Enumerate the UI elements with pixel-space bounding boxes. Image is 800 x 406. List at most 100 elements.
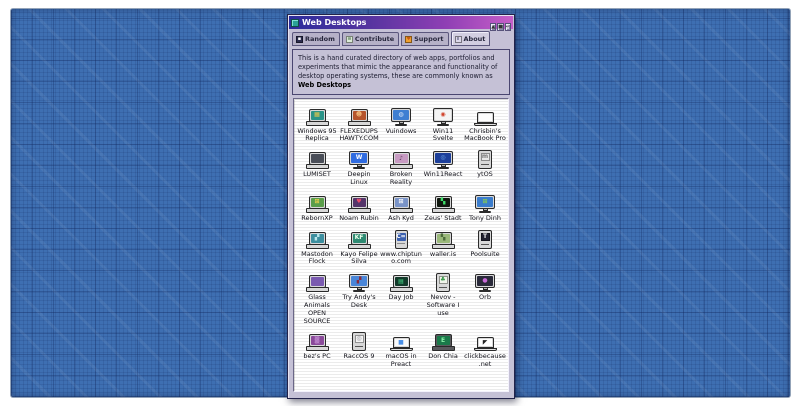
desktop-entry-label: Ash Kyd xyxy=(388,213,414,222)
desktop-entry-label: RaccOS 9 xyxy=(343,352,375,361)
desktop-entry-label: LUMISET xyxy=(303,170,331,179)
computer-icon: ⊞ xyxy=(389,192,413,213)
desktop-entry-flexedups-hawty-com[interactable]: ☻ FLEXEDUPS HAWTY.COM xyxy=(338,105,380,144)
computer-icon: ▞ xyxy=(349,271,369,293)
desktop-entry-macos-in-preact[interactable]: ■ macOS in Preact xyxy=(380,330,422,369)
desktop-entry-label: Deepin Linux xyxy=(347,170,371,186)
computer-icon: W xyxy=(349,148,369,170)
desktop-entry-zeus-stadt[interactable]: ▚ Zeus' Stadt xyxy=(422,192,464,223)
info-icon: i xyxy=(454,35,462,43)
computer-icon: ♪ xyxy=(389,148,413,170)
desktop-entry-bez-s-pc[interactable]: ▒ bez's PC xyxy=(296,330,338,369)
computer-icon: ◎ xyxy=(433,148,453,170)
desktop-entry-kayo-felipe-silva[interactable]: KF Kayo Felipe Silva xyxy=(338,228,380,267)
computer-icon: ▤ xyxy=(389,271,413,293)
description-text: This is a hand curated directory of web … xyxy=(298,54,498,80)
desktop-entry-clickbecause-net[interactable]: ◤ clickbecause.net xyxy=(464,330,506,369)
description-bold-text: Web Desktops xyxy=(298,80,352,89)
computer-icon: ● xyxy=(475,271,495,293)
desktop-entry-label: waller.is xyxy=(429,249,457,258)
computer-icon: E xyxy=(431,330,455,352)
desktop-entry-label: Win11 Svelte xyxy=(432,126,454,143)
desktop-entry-label: RebornXP xyxy=(301,213,333,222)
directory-description: This is a hand curated directory of web … xyxy=(292,49,510,95)
desktop-entry-waller-is[interactable]: ▚ waller.is xyxy=(422,228,464,267)
computer-icon: ▒ xyxy=(305,330,329,352)
desktop-entry-label: www.chiptuno.com xyxy=(380,249,422,266)
desktop-entry-ash-kyd[interactable]: ⊞ Ash Kyd xyxy=(380,192,422,223)
desktop-entry-label: Noam Rubin xyxy=(339,213,379,222)
computer-icon: m xyxy=(478,148,492,170)
desktop-entry-glass-animals-open-source[interactable]: Glass Animals OPEN SOURCE xyxy=(296,271,338,325)
computer-icon: ▞ xyxy=(305,228,329,249)
desktop-entry-label: Try Andy's Desk xyxy=(342,293,376,309)
tab-bar: ▪ Random ≡ Contribute ♥ Support i About xyxy=(288,29,514,46)
desktop-entry-label: FLEXEDUPS HAWTY.COM xyxy=(339,126,379,143)
desktop-entry-label: Win11React xyxy=(423,170,463,179)
computer-icon: ♣ xyxy=(436,271,450,293)
desktop-entry-label: ytOS xyxy=(477,170,493,179)
tab-support[interactable]: ♥ Support xyxy=(401,32,449,46)
computer-icon: ▚ xyxy=(431,228,455,249)
desktop-entry-broken-reality[interactable]: ♪ Broken Reality xyxy=(380,148,422,187)
desktop-entry-day-job[interactable]: ▤ Day Job xyxy=(380,271,422,325)
desktop-entry-ytos[interactable]: m ytOS xyxy=(464,148,506,187)
computer-icon: KF xyxy=(347,228,371,249)
desktop-entry-rebornxp[interactable]: ⊞ RebornXP xyxy=(296,192,338,223)
desktop-entry-noam-rubin[interactable]: ♥ Noam Rubin xyxy=(338,192,380,223)
desktop-entry-win11-svelte[interactable]: ◉ Win11 Svelte xyxy=(422,105,464,144)
desktop-entry-win11react[interactable]: ◎ Win11React xyxy=(422,148,464,187)
desktop-entry-tony-dinh[interactable]: ⊞ Tony Dinh xyxy=(464,192,506,223)
computer-icon: ◎ xyxy=(352,330,366,352)
computer-icon xyxy=(473,105,497,126)
computer-icon: ⊞ xyxy=(305,192,329,213)
window-titlebar[interactable]: Web Desktops ▲ ■ ↵ xyxy=(289,16,513,31)
desktop-entry-chrisbin-s-macbook-pro[interactable]: Chrisbin's MacBook Pro xyxy=(464,105,506,144)
tab-contribute[interactable]: ≡ Contribute xyxy=(341,32,400,46)
computer-icon: ⊞ xyxy=(475,192,495,213)
desktop-entry-label: Don Chia xyxy=(428,352,458,361)
desktop-entry-label: macOS in Preact xyxy=(385,352,417,369)
heart-icon: ♥ xyxy=(405,35,413,43)
desktop-entry-label: Mastodon Flock xyxy=(301,249,333,266)
desktop-entry-orb[interactable]: ● Orb xyxy=(464,271,506,325)
tab-label: Support xyxy=(414,35,444,43)
desktop-entry-label: Orb xyxy=(479,293,491,302)
tab-random[interactable]: ▪ Random xyxy=(292,32,340,46)
desktop-entry-mastodon-flock[interactable]: ▞ Mastodon Flock xyxy=(296,228,338,267)
desktop-entry-label: Windows 95 Replica xyxy=(297,126,337,143)
desktop-entry-deepin-linux[interactable]: W Deepin Linux xyxy=(338,148,380,187)
desktop-entry-label: Glass Animals OPEN SOURCE xyxy=(303,293,331,325)
desktop-entry-don-chia[interactable]: E Don Chia xyxy=(422,330,464,369)
desktop-entry-raccos-9[interactable]: ◎ RaccOS 9 xyxy=(338,330,380,369)
tab-label: Random xyxy=(305,35,335,43)
tab-label: About xyxy=(463,35,486,43)
computer-icon xyxy=(305,148,329,170)
desktop-entry-windows-95-replica[interactable]: ▦ Windows 95 Replica xyxy=(296,105,338,144)
tab-label: Contribute xyxy=(354,35,395,43)
computer-icon: ▚ xyxy=(431,192,455,213)
desktop-entry-lumiset[interactable]: LUMISET xyxy=(296,148,338,187)
window-title: Web Desktops xyxy=(302,17,367,27)
desktop-entry-label: Nevov - Software I use xyxy=(426,293,460,317)
web-desktops-icon-grid: ▦ Windows 95 Replica ☻ FLEXEDUPS HAWTY.COM ◍… xyxy=(293,97,509,392)
desktop-entry-label: Zeus' Stadt xyxy=(424,213,462,222)
desktop-entry-poolsuite[interactable]: T Poolsuite xyxy=(464,228,506,267)
desktop-entry-www-chiptuno-com[interactable]: C= www.chiptuno.com xyxy=(380,228,422,267)
computer-icon: C= xyxy=(394,228,408,249)
computer-icon: ▦ xyxy=(305,105,329,126)
computer-icon: ■ xyxy=(389,330,413,352)
computer-icon: ◍ xyxy=(391,105,411,126)
dice-icon: ▪ xyxy=(296,35,303,43)
window-icon xyxy=(291,18,299,27)
tab-about[interactable]: i About xyxy=(450,31,491,46)
desktop-entry-nevov-software-i-use[interactable]: ♣ Nevov - Software I use xyxy=(422,271,464,325)
desktop-entry-label: Tony Dinh xyxy=(469,213,501,222)
desktop-entry-vuindows[interactable]: ◍ Vuindows xyxy=(380,105,422,144)
computer-icon: ♥ xyxy=(347,192,371,213)
computer-icon: T xyxy=(478,228,492,249)
desktop-entry-label: clickbecause.net xyxy=(464,352,506,369)
desktop-entry-label: Broken Reality xyxy=(389,170,413,186)
desktop-entry-try-andy-s-desk[interactable]: ▞ Try Andy's Desk xyxy=(338,271,380,325)
computer-icon: ◉ xyxy=(433,105,453,126)
